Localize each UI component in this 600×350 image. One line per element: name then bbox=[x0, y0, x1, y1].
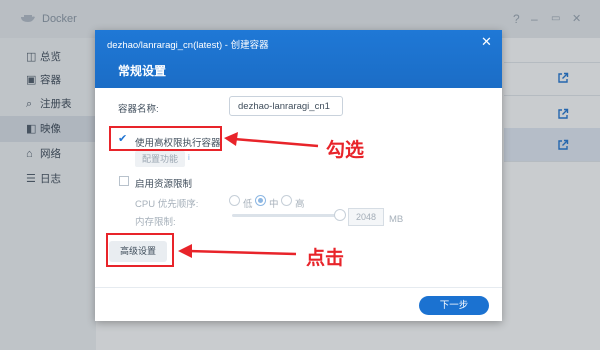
arrow-to-advanced bbox=[178, 244, 297, 258]
arrow-to-checkbox bbox=[224, 132, 319, 148]
annotation-click-text: 点击 bbox=[306, 248, 345, 269]
annotation-check-text: 勾选 bbox=[326, 140, 365, 161]
annotation-arrows bbox=[178, 132, 319, 258]
